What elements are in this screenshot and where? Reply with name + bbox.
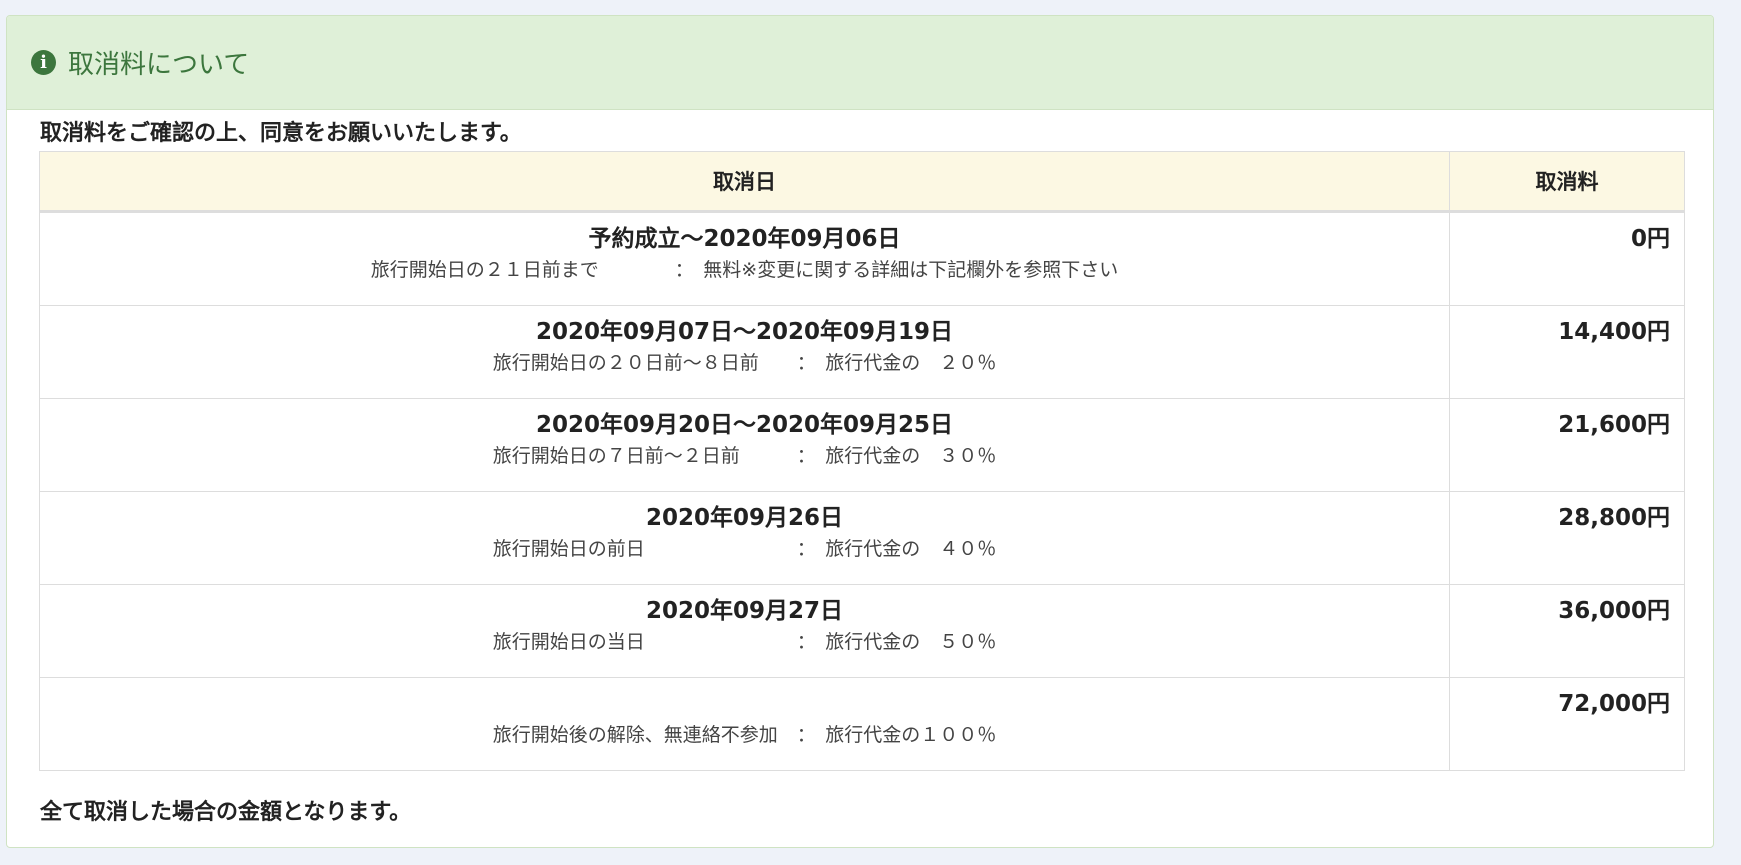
cancel-fee-cell: 21,600円 <box>1449 398 1685 492</box>
cancel-rule-detail: 旅行開始後の解除、無連絡不参加 ： 旅行代金の１００％ <box>492 724 997 746</box>
cancel-fee-cell: 0円 <box>1449 211 1685 306</box>
cancel-period: 予約成立～2020年09月06日 <box>588 226 901 252</box>
table-row: 2020年09月27日 旅行開始日の当日 ： 旅行代金の ５０％ 36,000円 <box>39 584 1685 678</box>
table-row: 2020年09月20日～2020年09月25日 旅行開始日の７日前～２日前 ： … <box>39 398 1685 492</box>
cancel-fee-cell: 36,000円 <box>1449 584 1685 678</box>
cancel-fee-amount: 21,600円 <box>1558 412 1670 438</box>
cancel-fee-cell: 28,800円 <box>1449 491 1685 585</box>
cancel-rule-detail: 旅行開始日の７日前～２日前 ： 旅行代金の ３０％ <box>492 445 997 467</box>
cancel-period: 2020年09月27日 <box>645 598 844 624</box>
cancel-date-cell: 2020年09月07日～2020年09月19日 旅行開始日の２０日前～８日前 ：… <box>39 305 1450 399</box>
table-row: 旅行開始後の解除、無連絡不参加 ： 旅行代金の１００％ 72,000円 <box>39 677 1685 771</box>
intro-text: 取消料をご確認の上、同意をお願いいたします。 <box>40 121 522 146</box>
cancel-fee-cell: 72,000円 <box>1449 677 1685 771</box>
cancel-rule-detail: 旅行開始日の２１日前まで ： 無料※変更に関する詳細は下記欄外を参照下さい <box>370 259 1119 281</box>
footer-note: 全て取消した場合の金額となります。 <box>40 800 412 825</box>
cancel-period: 2020年09月26日 <box>645 505 844 531</box>
cancel-date-cell: 2020年09月20日～2020年09月25日 旅行開始日の７日前～２日前 ： … <box>39 398 1450 492</box>
cancel-rule-detail: 旅行開始日の当日 ： 旅行代金の ５０％ <box>492 631 997 653</box>
cancellation-fee-table: 取消日 取消料 予約成立～2020年09月06日 旅行開始日の２１日前まで ： … <box>39 151 1685 771</box>
cancel-fee-amount: 28,800円 <box>1558 505 1670 531</box>
column-header-cancel-date: 取消日 <box>39 151 1450 213</box>
table-row: 2020年09月26日 旅行開始日の前日 ： 旅行代金の ４０％ 28,800円 <box>39 491 1685 585</box>
column-header-cancel-fee: 取消料 <box>1449 151 1685 213</box>
cancel-period: 2020年09月07日～2020年09月19日 <box>535 319 954 345</box>
cancel-fee-amount: 14,400円 <box>1558 319 1670 345</box>
cancel-rule-detail: 旅行開始日の２０日前～８日前 ： 旅行代金の ２０％ <box>492 352 997 374</box>
info-circle-icon: i <box>31 50 56 75</box>
cancel-fee-amount: 72,000円 <box>1558 691 1670 717</box>
cancel-date-cell: 2020年09月26日 旅行開始日の前日 ： 旅行代金の ４０％ <box>39 491 1450 585</box>
table-row: 予約成立～2020年09月06日 旅行開始日の２１日前まで ： 無料※変更に関す… <box>39 211 1685 306</box>
panel-body: 取消料をご確認の上、同意をお願いいたします。 取消日 取消料 予約成立～2020… <box>7 110 1713 827</box>
cancel-period <box>40 690 1449 719</box>
cancellation-fee-panel: i 取消料について 取消料をご確認の上、同意をお願いいたします。 取消日 取消料… <box>6 15 1714 848</box>
cancel-date-cell: 2020年09月27日 旅行開始日の当日 ： 旅行代金の ５０％ <box>39 584 1450 678</box>
cancel-fee-amount: 0円 <box>1630 226 1670 252</box>
panel-title: 取消料について <box>68 50 250 80</box>
table-header-row: 取消日 取消料 <box>39 151 1685 213</box>
cancel-period: 2020年09月20日～2020年09月25日 <box>535 412 954 438</box>
table-row: 2020年09月07日～2020年09月19日 旅行開始日の２０日前～８日前 ：… <box>39 305 1685 399</box>
panel-heading: i 取消料について <box>7 16 1713 110</box>
cancel-date-cell: 旅行開始後の解除、無連絡不参加 ： 旅行代金の１００％ <box>39 677 1450 771</box>
cancel-rule-detail: 旅行開始日の前日 ： 旅行代金の ４０％ <box>492 538 997 560</box>
cancel-date-cell: 予約成立～2020年09月06日 旅行開始日の２１日前まで ： 無料※変更に関す… <box>39 211 1450 306</box>
cancel-fee-amount: 36,000円 <box>1558 598 1670 624</box>
cancel-fee-cell: 14,400円 <box>1449 305 1685 399</box>
